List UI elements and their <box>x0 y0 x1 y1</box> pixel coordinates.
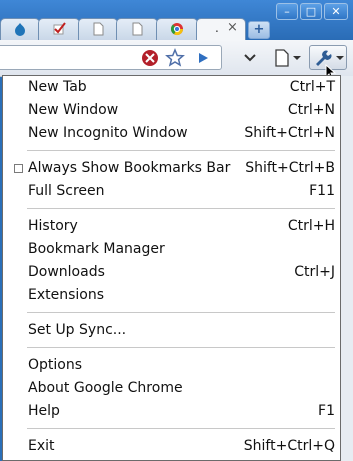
menu-item-shortcut: Ctrl+T <box>289 79 335 95</box>
menu-item-label: New Tab <box>28 79 87 95</box>
plus-icon: + <box>253 22 265 37</box>
menu-item-shortcut: Ctrl+J <box>294 264 335 280</box>
new-tab-button[interactable]: + <box>248 21 270 39</box>
page-icon <box>132 22 143 36</box>
chrome-icon <box>170 23 183 36</box>
wrench-menu-button[interactable] <box>309 45 347 80</box>
menu-item-label: History <box>28 218 78 234</box>
tab-page-2[interactable] <box>116 18 158 40</box>
menu-item-label: Options <box>28 357 83 373</box>
wrench-menu: New Tab Ctrl+T New Window Ctrl+N New Inc… <box>2 75 341 461</box>
menu-item-bookmark-manager[interactable]: Bookmark Manager <box>3 239 340 261</box>
close-icon: ✕ <box>331 5 341 18</box>
menu-item-always-show-bookmarks-bar[interactable]: Always Show Bookmarks Bar Shift+Ctrl+B <box>3 158 340 180</box>
menu-item-label: Downloads <box>28 264 105 280</box>
close-window-button[interactable]: ✕ <box>324 3 348 20</box>
page-background <box>341 76 353 461</box>
tab-chrome[interactable] <box>156 18 198 40</box>
menu-item-label: New Incognito Window <box>28 125 188 141</box>
menu-item-new-tab[interactable]: New Tab Ctrl+T <box>3 77 340 99</box>
menu-item-downloads[interactable]: Downloads Ctrl+J <box>3 262 340 284</box>
menu-item-extensions[interactable]: Extensions <box>3 285 340 307</box>
menu-item-shortcut: Shift+Ctrl+N <box>244 125 335 141</box>
star-icon[interactable] <box>165 48 185 68</box>
checklist-icon <box>53 22 66 35</box>
tab-title: . <box>215 21 219 35</box>
menu-item-shortcut: Shift+Ctrl+B <box>245 160 335 176</box>
menu-separator <box>27 312 335 313</box>
menu-item-label: Bookmark Manager <box>28 241 165 257</box>
menu-item-set-up-sync[interactable]: Set Up Sync... <box>3 320 340 342</box>
menu-item-options[interactable]: Options <box>3 355 340 377</box>
menu-item-label: Help <box>28 403 60 419</box>
menu-item-full-screen[interactable]: Full Screen F11 <box>3 181 340 203</box>
menu-item-label: Full Screen <box>28 183 105 199</box>
chevron-down-icon[interactable] <box>243 53 257 63</box>
menu-item-label: Exit <box>28 438 55 454</box>
tab-page-1[interactable] <box>78 18 118 40</box>
menu-separator <box>27 208 335 209</box>
menu-item-new-incognito-window[interactable]: New Incognito Window Shift+Ctrl+N <box>3 123 340 145</box>
tab-active[interactable]: . × <box>196 18 246 40</box>
page-menu-icon <box>275 49 301 67</box>
menu-item-shortcut: Ctrl+H <box>287 218 335 234</box>
menu-item-label: About Google Chrome <box>28 380 183 396</box>
menu-item-history[interactable]: History Ctrl+H <box>3 216 340 238</box>
checkbox[interactable] <box>14 164 23 173</box>
page-icon <box>93 22 104 36</box>
drupal-icon <box>15 23 25 36</box>
tab-strip: . × + – □ ✕ <box>0 0 353 40</box>
menu-item-label: Extensions <box>28 287 105 303</box>
maximize-button[interactable]: □ <box>300 3 322 20</box>
menu-item-new-window[interactable]: New Window Ctrl+N <box>3 100 340 122</box>
go-icon[interactable] <box>196 51 210 65</box>
menu-item-help[interactable]: Help F1 <box>3 401 340 423</box>
menu-item-shortcut: F11 <box>309 183 335 199</box>
menu-item-label: New Window <box>28 102 119 118</box>
maximize-icon: □ <box>305 5 317 18</box>
omnibox[interactable] <box>0 45 222 70</box>
menu-separator <box>27 347 335 348</box>
menu-item-label: Set Up Sync... <box>28 322 127 338</box>
menu-item-shortcut: F1 <box>318 403 335 419</box>
menu-item-exit[interactable]: Exit Shift+Ctrl+Q <box>3 436 340 458</box>
menu-separator <box>27 150 335 151</box>
menu-item-shortcut: Ctrl+N <box>287 102 335 118</box>
minimize-button[interactable]: – <box>276 3 298 20</box>
menu-item-shortcut: Shift+Ctrl+Q <box>243 438 335 454</box>
tab-close-button[interactable]: × <box>227 20 238 35</box>
page-menu-button[interactable] <box>270 45 304 70</box>
menu-separator <box>27 428 335 429</box>
stop-icon[interactable] <box>141 49 159 67</box>
toolbar <box>0 40 353 80</box>
menu-item-label: Always Show Bookmarks Bar <box>28 160 231 176</box>
tab-drupal[interactable] <box>0 18 40 40</box>
menu-item-about-google-chrome[interactable]: About Google Chrome <box>3 378 340 400</box>
tab-checklist[interactable] <box>38 18 80 40</box>
minimize-icon: – <box>284 5 290 18</box>
